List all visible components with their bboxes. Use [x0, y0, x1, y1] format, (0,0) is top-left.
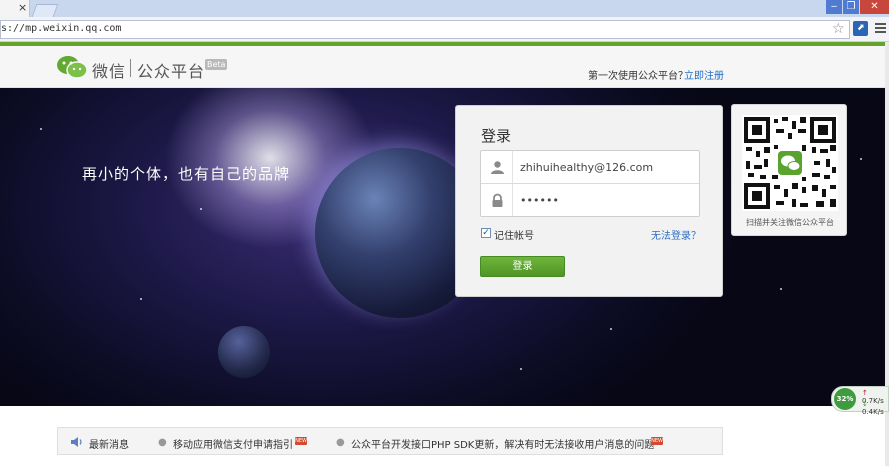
browser-tab-bar: × ‒ ❐ ✕ — [0, 0, 889, 17]
new-tab-button[interactable] — [31, 4, 59, 17]
window-maximize-icon[interactable]: ❐ — [843, 0, 859, 14]
browser-toolbar: s://mp.weixin.qq.com ☆ ⬈ — [0, 17, 889, 42]
url-text[interactable]: s://mp.weixin.qq.com — [1, 23, 121, 34]
address-bar[interactable]: s://mp.weixin.qq.com ☆ — [0, 20, 850, 39]
tab-close-icon[interactable]: × — [18, 1, 27, 15]
login-panel: 登录 zhihuihealthy@126.com •••••• ✓ 记住帐号 无… — [455, 105, 723, 297]
window-minimize-icon[interactable]: ‒ — [826, 0, 842, 14]
username-field[interactable]: zhihuihealthy@126.com — [481, 151, 699, 184]
news-item[interactable]: 公众平台开发接口PHP SDK更新，解决有时无法接收用户消息的问题 — [351, 436, 654, 451]
wechat-logo-icon — [57, 56, 88, 79]
news-bullet: ● — [158, 437, 167, 448]
new-badge: NEW — [295, 437, 307, 445]
password-input[interactable]: •••••• — [520, 194, 559, 207]
beta-badge: Beta — [205, 59, 228, 70]
remember-checkbox[interactable]: ✓ — [481, 228, 491, 238]
qr-code-image — [742, 115, 838, 211]
news-bar: 最新消息 ● 移动应用微信支付申请指引 NEW ● 公众平台开发接口PHP SD… — [57, 427, 723, 455]
browser-tab[interactable]: × — [0, 0, 30, 17]
username-input[interactable]: zhihuihealthy@126.com — [520, 161, 653, 174]
speed-percent: 32% — [834, 388, 856, 410]
planet-small — [218, 326, 270, 378]
browser-menu-icon[interactable] — [875, 23, 886, 35]
password-field[interactable]: •••••• — [481, 184, 699, 217]
cant-login-link[interactable]: 无法登录？ — [651, 227, 701, 242]
lock-icon — [492, 193, 503, 207]
logo-subtitle: 公众平台 — [137, 62, 206, 81]
speaker-icon — [71, 437, 82, 447]
register-link[interactable]: 立即注册 — [684, 67, 724, 82]
logo-text: 微信 — [92, 62, 127, 81]
login-title: 登录 — [481, 127, 512, 145]
login-button[interactable]: 登录 — [480, 256, 565, 277]
news-bullet: ● — [336, 437, 345, 448]
site-header: 微信 公众平台 Beta 第一次使用公众平台？ 立即注册 — [0, 46, 885, 88]
hero-slogan: 再小的个体，也有自己的品牌 — [82, 165, 291, 183]
logo-divider — [130, 59, 131, 77]
user-icon — [491, 161, 504, 174]
qr-caption: 扫描并关注微信公众平台 — [746, 218, 834, 227]
login-fields: zhihuihealthy@126.com •••••• — [480, 150, 700, 217]
qr-card: 扫描并关注微信公众平台 — [731, 104, 847, 236]
first-time-text: 第一次使用公众平台？ — [588, 71, 688, 82]
network-speed-widget[interactable]: 32% ↑ 0.7K/s ↓ 0.4K/s — [831, 386, 889, 416]
window-close-icon[interactable]: ✕ — [860, 0, 889, 14]
news-item[interactable]: 移动应用微信支付申请指引 — [173, 436, 293, 451]
bookmark-star-icon[interactable]: ☆ — [832, 21, 845, 38]
extension-icon[interactable]: ⬈ — [853, 21, 868, 36]
remember-label[interactable]: 记住帐号 — [494, 227, 534, 242]
download-speed: ↓ 0.4K/s — [862, 400, 884, 416]
news-label: 最新消息 — [89, 440, 129, 451]
new-badge: NEW — [651, 437, 663, 445]
